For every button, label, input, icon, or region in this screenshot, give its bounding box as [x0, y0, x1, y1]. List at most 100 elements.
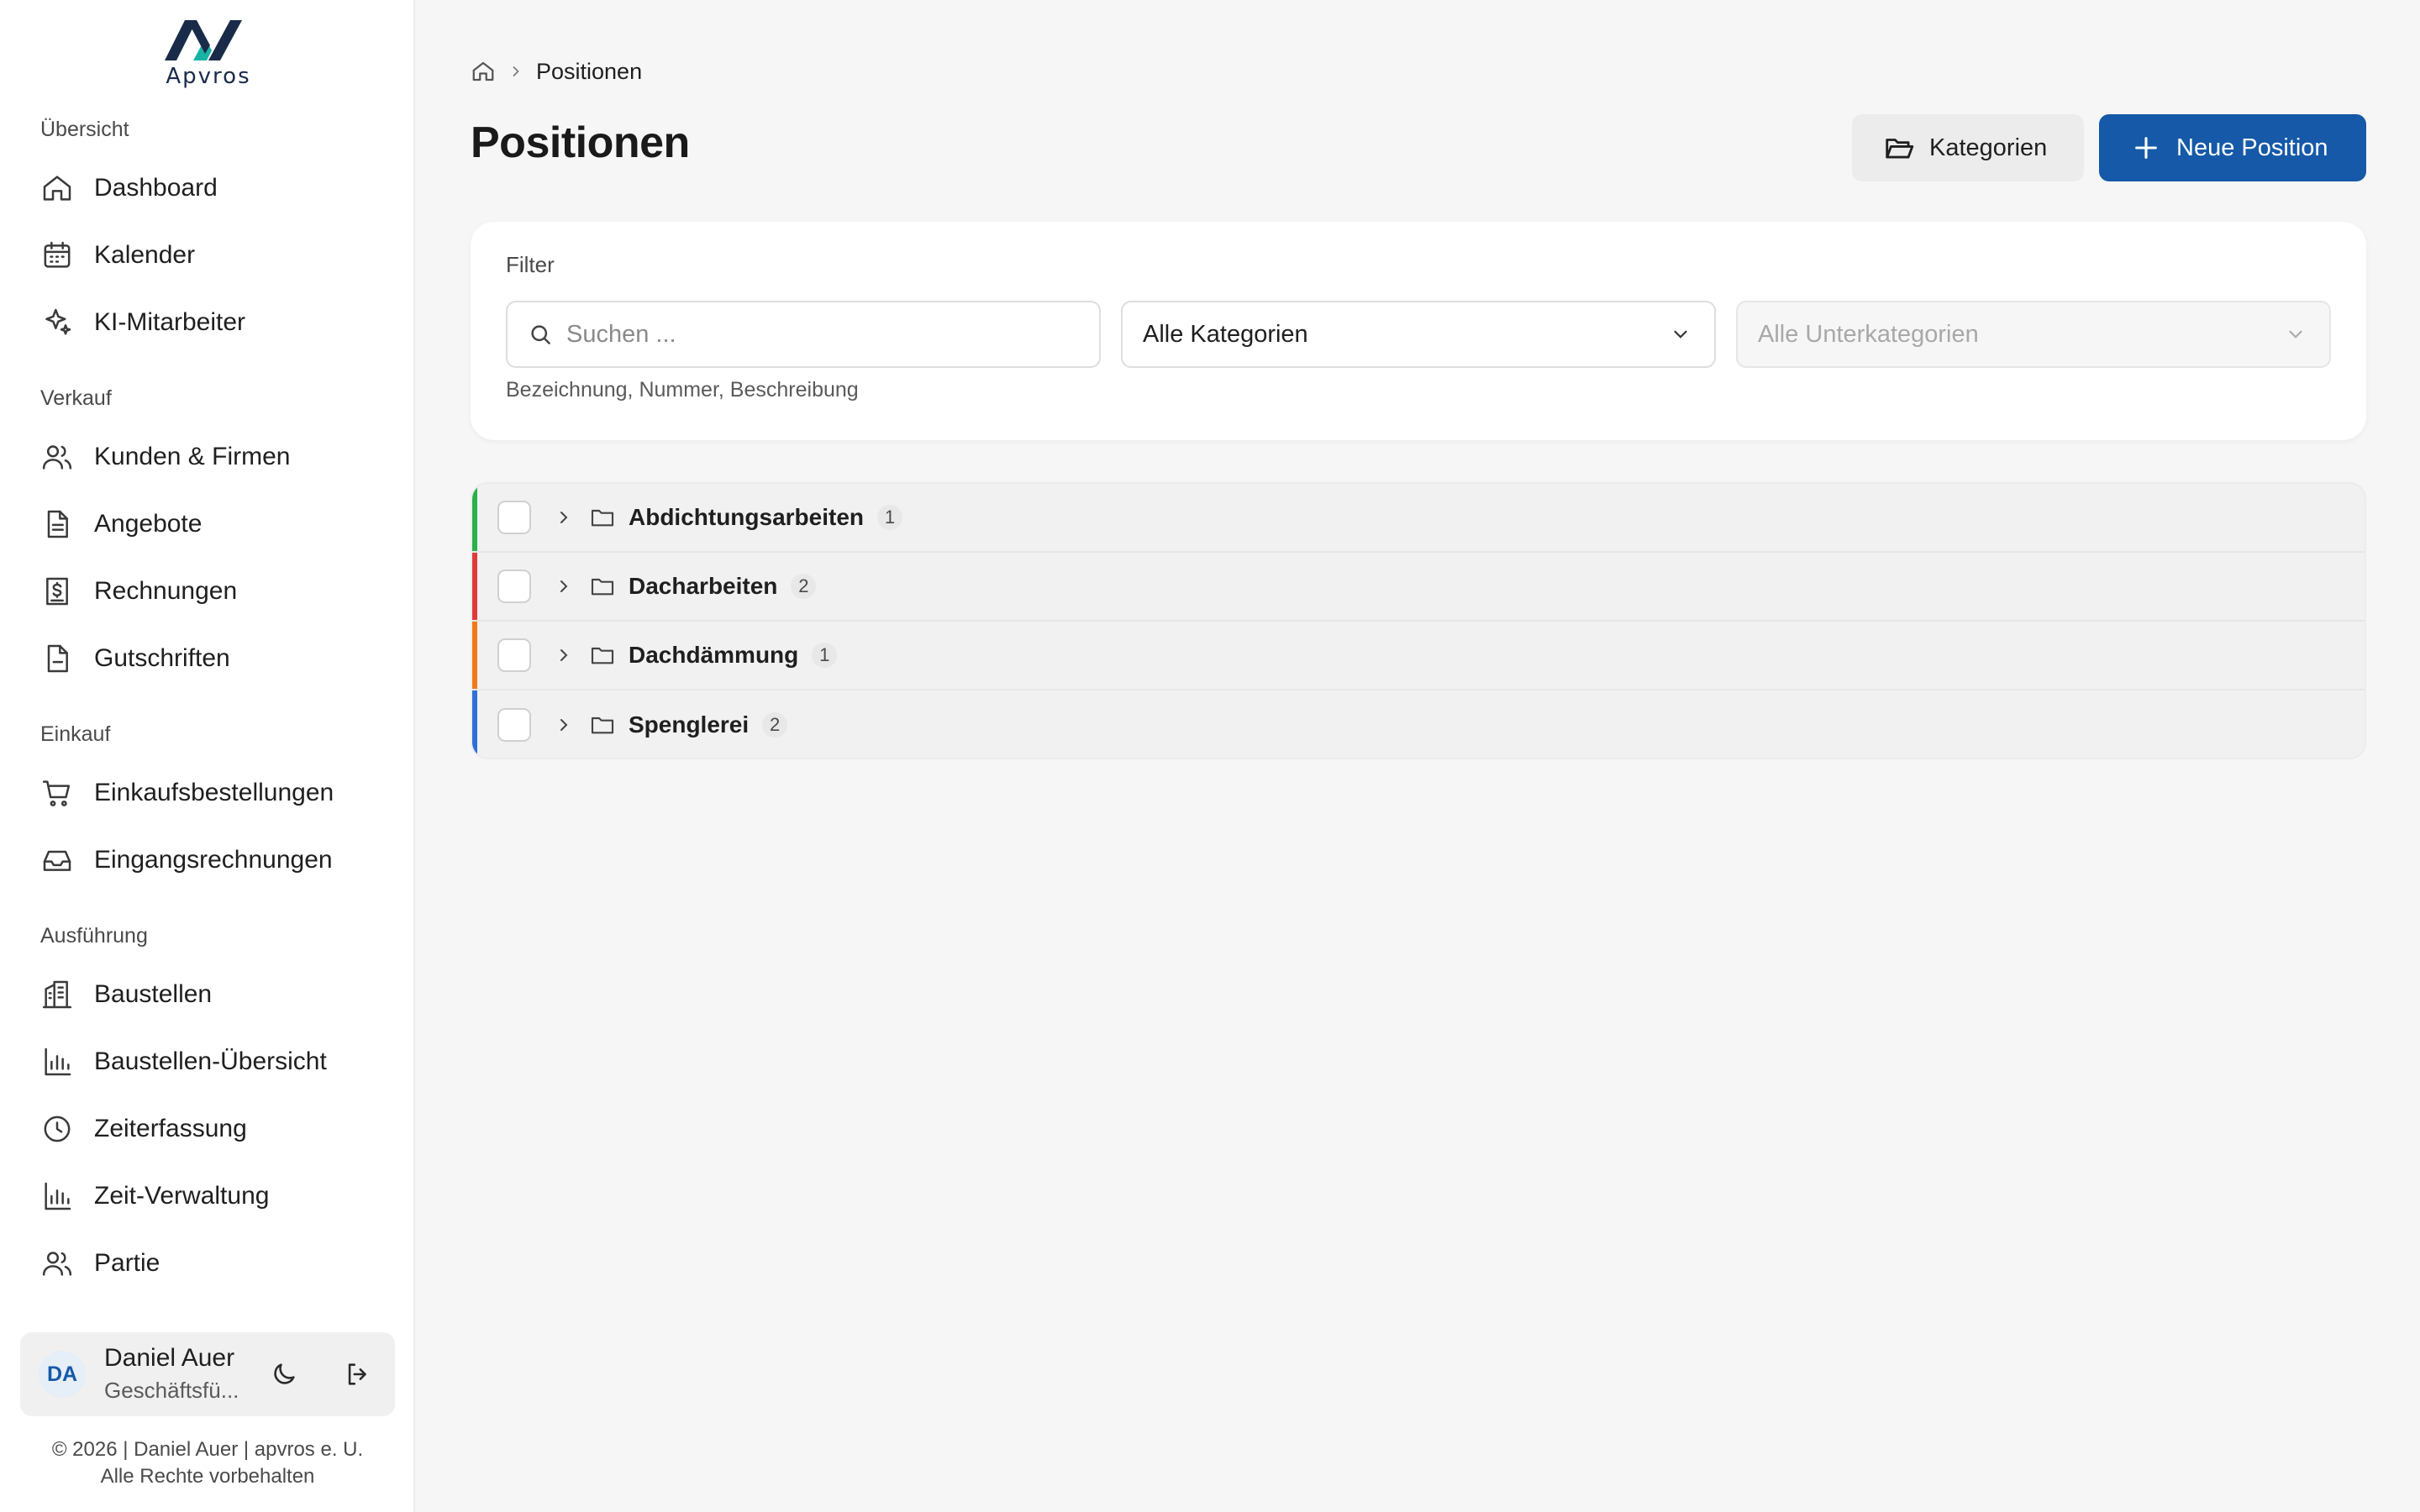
- category-color-stripe: [472, 622, 477, 689]
- logo-mark-icon: [165, 20, 242, 60]
- categories-button-label: Kategorien: [1929, 134, 2048, 161]
- sidebar-item-label: Gutschriften: [94, 644, 230, 672]
- search-field[interactable]: [506, 301, 1101, 368]
- logout-button[interactable]: [341, 1357, 375, 1391]
- search-icon: [526, 320, 555, 349]
- row-checkbox[interactable]: [497, 501, 531, 534]
- sidebar-item-label: Dashboard: [94, 174, 218, 202]
- sidebar-item-label: Kalender: [94, 241, 196, 269]
- category-row[interactable]: Dachdämmung 1: [472, 622, 2365, 690]
- document-icon: [40, 507, 74, 541]
- sidebar-item-label: Kunden & Firmen: [94, 443, 291, 470]
- category-row[interactable]: Abdichtungsarbeiten 1: [472, 484, 2365, 553]
- breadcrumb-home-link[interactable]: [471, 59, 496, 84]
- chevron-right-icon: [560, 580, 568, 592]
- row-checkbox[interactable]: [497, 570, 531, 603]
- user-card[interactable]: DA Daniel Auer Geschäftsfü...: [20, 1332, 395, 1416]
- category-select-value: Alle Kategorien: [1143, 320, 1308, 348]
- expand-row-button[interactable]: [551, 505, 576, 530]
- nav-section-label: Ausführung: [40, 924, 148, 948]
- folder-icon: [588, 572, 617, 601]
- expand-row-button[interactable]: [551, 712, 576, 738]
- subcategory-select-value: Alle Unterkategorien: [1758, 320, 1979, 348]
- folder-icon: [588, 711, 617, 739]
- category-row[interactable]: Spenglerei 2: [472, 690, 2365, 758]
- plus-icon: [2129, 131, 2163, 165]
- users-icon: [40, 440, 74, 474]
- home-icon: [472, 61, 494, 81]
- category-name: Dachdämmung: [629, 642, 799, 668]
- sidebar-item-eingangsrechnungen[interactable]: Eingangsrechnungen: [20, 830, 395, 890]
- invoice-dollar-icon: [40, 575, 74, 608]
- category-select[interactable]: Alle Kategorien: [1121, 301, 1716, 368]
- breadcrumb-current: Positionen: [536, 58, 643, 84]
- home-icon: [40, 171, 74, 205]
- sidebar-item-label: Einkaufsbestellungen: [94, 779, 334, 806]
- sidebar-item-label: Eingangsrechnungen: [94, 846, 333, 874]
- theme-toggle-button[interactable]: [267, 1357, 301, 1391]
- category-color-stripe: [472, 553, 477, 620]
- sidebar-item-zeiterfassung[interactable]: Zeiterfassung: [20, 1099, 395, 1159]
- sidebar-item-dashboard[interactable]: Dashboard: [20, 158, 395, 218]
- row-checkbox[interactable]: [497, 638, 531, 672]
- new-position-button[interactable]: Neue Position: [2099, 114, 2366, 181]
- category-count-badge: 1: [812, 643, 838, 668]
- sidebar-item-label: Baustellen: [94, 980, 213, 1008]
- calendar-icon: [40, 239, 74, 272]
- nav-section-label: Übersicht: [40, 118, 129, 141]
- sidebar-item-label: Baustellen-Übersicht: [94, 1047, 327, 1075]
- category-tree: Abdichtungsarbeiten 1 Dacharbeiten 2 Dachdäm…: [471, 482, 2366, 759]
- sidebar-item-kunden-firmen[interactable]: Kunden & Firmen: [20, 427, 395, 487]
- logo-text: Apvros: [166, 64, 251, 89]
- sidebar-item-zeit-verwaltung[interactable]: Zeit-Verwaltung: [20, 1166, 395, 1226]
- sidebar-item-rechnungen[interactable]: Rechnungen: [20, 561, 395, 622]
- sidebar-item-baustellen[interactable]: Baustellen: [20, 964, 395, 1025]
- sidebar-item-ki-mitarbeiter[interactable]: KI-Mitarbeiter: [20, 292, 395, 353]
- sidebar-item-kalender[interactable]: Kalender: [20, 225, 395, 286]
- breadcrumb-separator: [508, 63, 524, 80]
- filter-label: Filter: [506, 252, 555, 277]
- category-color-stripe: [472, 484, 477, 551]
- subcategory-select[interactable]: Alle Unterkategorien: [1736, 301, 2331, 368]
- moon-icon: [274, 1363, 295, 1384]
- sidebar: Apvros Übersicht Dashboard Kalender KI-Mita…: [0, 0, 415, 1512]
- search-hint: Bezeichnung, Nummer, Beschreibung: [506, 378, 859, 402]
- category-name: Abdichtungsarbeiten: [629, 504, 865, 530]
- categories-button[interactable]: Kategorien: [1852, 114, 2084, 181]
- row-checkbox[interactable]: [497, 708, 531, 742]
- cart-icon: [40, 776, 74, 810]
- category-count-badge: 2: [762, 712, 788, 738]
- category-name: Spenglerei: [629, 711, 750, 738]
- nav-section-label: Einkauf: [40, 722, 111, 746]
- expand-row-button[interactable]: [551, 643, 576, 668]
- expand-row-button[interactable]: [551, 574, 576, 599]
- sidebar-item-angebote[interactable]: Angebote: [20, 494, 395, 554]
- category-row[interactable]: Dacharbeiten 2: [472, 553, 2365, 622]
- user-name: Daniel Auer: [104, 1344, 235, 1372]
- chevron-right-icon: [560, 719, 568, 731]
- sidebar-item-label: Angebote: [94, 510, 203, 538]
- chevron-right-icon: [560, 649, 568, 661]
- sidebar-item-einkaufsbestellungen[interactable]: Einkaufsbestellungen: [20, 763, 395, 823]
- category-name: Dacharbeiten: [629, 573, 778, 599]
- sidebar-item-label: Zeiterfassung: [94, 1115, 247, 1142]
- sidebar-item-label: Zeit-Verwaltung: [94, 1182, 270, 1210]
- user-role: Geschäftsfü...: [104, 1378, 239, 1403]
- app-logo[interactable]: Apvros: [160, 17, 257, 89]
- search-input[interactable]: [566, 320, 1071, 349]
- sidebar-item-gutschriften[interactable]: Gutschriften: [20, 628, 395, 689]
- sidebar-item-baustellen-übersicht[interactable]: Baustellen-Übersicht: [20, 1032, 395, 1092]
- sparkles-icon: [40, 306, 74, 339]
- bar-chart-icon: [40, 1179, 74, 1213]
- logout-icon: [348, 1363, 366, 1385]
- folder-open-icon: [1882, 131, 1916, 165]
- sidebar-item-label: KI-Mitarbeiter: [94, 308, 246, 336]
- chevron-down-icon: [1667, 321, 1694, 348]
- bar-chart-icon: [40, 1045, 74, 1079]
- document-minus-icon: [40, 642, 74, 675]
- footer-copyright: © 2026 | Daniel Auer | apvros e. U.: [51, 1438, 364, 1461]
- sidebar-item-label: Rechnungen: [94, 577, 238, 605]
- folder-icon: [588, 503, 617, 532]
- sidebar-item-partie[interactable]: Partie: [20, 1233, 395, 1294]
- clock-icon: [40, 1112, 74, 1146]
